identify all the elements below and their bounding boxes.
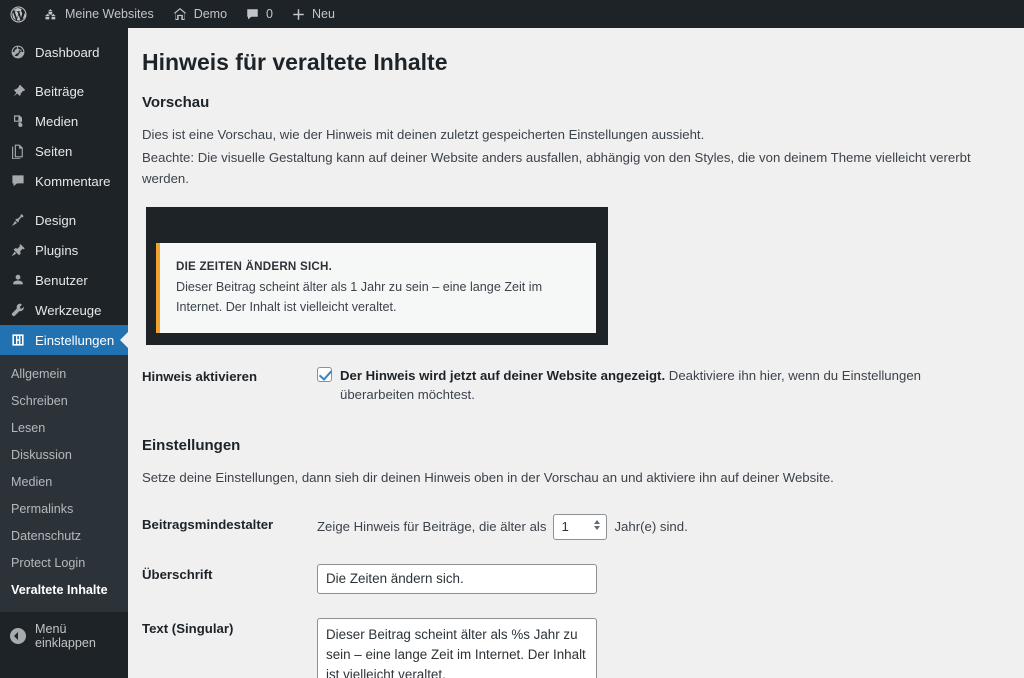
dashboard-icon [9,44,27,60]
preview-heading: Vorschau [142,93,210,111]
admin-sidebar: Dashboard Beiträge Medien Seiten Komment… [0,28,128,678]
min-age-prefix-text: Zeige Hinweis für Beiträge, die älter al… [317,519,547,535]
home-icon [172,6,188,22]
wordpress-logo-button[interactable] [0,0,35,28]
sidebar-item-settings[interactable]: Einstellungen [0,325,128,355]
sidebar-item-tools-label: Werkzeuge [35,302,102,318]
admin-bar: Meine Websites Demo 0 Neu [0,0,1024,28]
min-age-cell: Zeige Hinweis für Beiträge, die älter al… [317,502,1004,552]
plus-icon [291,7,306,22]
sidebar-item-media-label: Medien [35,113,79,129]
submenu-item-allgemein[interactable]: Allgemein [0,361,128,388]
notice-title: DIE ZEITEN ÄNDERN SICH. [176,260,333,274]
notice-card: DIE ZEITEN ÄNDERN SICH. Dieser Beitrag s… [156,243,596,334]
admin-bar-new-label: Neu [312,7,335,21]
submenu-item-diskussion[interactable]: Diskussion [0,442,128,469]
enable-form-table: Hinweis aktivieren Der Hinweis wird jetz… [142,359,1004,416]
headline-label: Überschrift [142,566,213,582]
preview-description-line-2: Beachte: Die visuelle Gestaltung kann au… [142,150,971,186]
enable-notice-label: Hinweis aktivieren [142,369,258,385]
enable-notice-cell: Der Hinweis wird jetzt auf deiner Websit… [317,359,1004,416]
sidebar-item-dashboard[interactable]: Dashboard [0,37,128,67]
collapse-menu-button[interactable]: Menü einklappen [0,622,128,650]
sidebar-item-users[interactable]: Benutzer [0,265,128,295]
posts-icon [9,83,27,99]
min-age-suffix-text: Jahr(e) sind. [614,519,688,535]
min-age-label: Beitragsmindestalter [142,516,274,532]
submenu-item-schreiben[interactable]: Schreiben [0,388,128,415]
sidebar-item-users-label: Benutzer [35,272,88,288]
pages-icon [9,143,27,159]
sidebar-item-posts[interactable]: Beiträge [0,76,128,106]
submenu-item-medien[interactable]: Medien [0,469,128,496]
sidebar-item-posts-label: Beiträge [35,83,85,99]
content-area: Hinweis für veraltete Inhalte Vorschau D… [128,28,1024,678]
headline-input[interactable] [317,563,597,594]
wordpress-logo-icon [10,6,27,23]
sites-icon [44,7,59,22]
sidebar-item-media[interactable]: Medien [0,106,128,136]
submenu-item-protect-login[interactable]: Protect Login [0,550,128,577]
text-singular-row: Text (Singular) Dieser Beitrag scheint ä… [142,606,1004,678]
sidebar-separator-2 [0,196,128,205]
admin-bar-my-sites[interactable]: Meine Websites [35,0,163,28]
text-singular-label: Text (Singular) [142,620,234,636]
notice-body: Dieser Beitrag scheint älter als 1 Jahr … [176,280,543,314]
headline-cell [317,552,1004,606]
admin-bar-comment-count: 0 [266,7,273,21]
admin-bar-site-name-label: Demo [193,7,228,21]
min-age-row: Beitragsmindestalter Zeige Hinweis für B… [142,502,1004,552]
appearance-icon [9,212,27,228]
submenu-item-veraltete-inhalte[interactable]: Veraltete Inhalte [0,577,128,604]
submenu-item-datenschutz[interactable]: Datenschutz [0,523,128,550]
headline-row: Überschrift [142,552,1004,606]
sidebar-separator-1 [0,67,128,76]
sidebar-item-plugins[interactable]: Plugins [0,235,128,265]
text-singular-cell: Dieser Beitrag scheint älter als %s Jahr… [317,606,1004,678]
sidebar-item-pages-label: Seiten [35,143,73,159]
sidebar-item-appearance[interactable]: Design [0,205,128,235]
sidebar-item-tools[interactable]: Werkzeuge [0,295,128,325]
settings-heading: Einstellungen [142,436,241,454]
admin-bar-my-sites-label: Meine Websites [65,7,154,21]
settings-submenu: Allgemein Schreiben Lesen Diskussion Med… [0,355,128,612]
preview-description-line-1: Dies ist eine Vorschau, wie der Hinweis … [142,126,705,142]
min-age-spinner-icon[interactable] [594,519,601,530]
sidebar-item-pages[interactable]: Seiten [0,136,128,166]
sidebar-item-appearance-label: Design [35,212,77,228]
settings-icon [9,332,27,348]
comment-icon [245,7,260,22]
tools-icon [9,302,27,318]
users-icon [9,272,27,288]
collapse-menu-label: Menü einklappen [35,622,96,650]
admin-bar-comments[interactable]: 0 [236,0,282,28]
sidebar-item-dashboard-label: Dashboard [35,44,100,60]
admin-bar-site-name[interactable]: Demo [163,0,236,28]
admin-bar-new-content[interactable]: Neu [282,0,344,28]
settings-description: Setze deine Einstellungen, dann sieh dir… [142,469,834,485]
submenu-item-permalinks[interactable]: Permalinks [0,496,128,523]
min-age-stepper[interactable] [553,513,608,540]
sidebar-item-comments-label: Kommentare [35,173,111,189]
enable-notice-text-bold: Der Hinweis wird jetzt auf deiner Websit… [340,368,666,384]
enable-notice-row: Hinweis aktivieren Der Hinweis wird jetz… [142,359,1004,416]
plugins-icon [9,242,27,258]
submenu-item-lesen[interactable]: Lesen [0,415,128,442]
text-singular-textarea[interactable]: Dieser Beitrag scheint älter als %s Jahr… [317,617,597,678]
sidebar-item-comments[interactable]: Kommentare [0,166,128,196]
media-icon [9,113,27,129]
settings-form-table: Beitragsmindestalter Zeige Hinweis für B… [142,502,1004,678]
enable-notice-text: Der Hinweis wird jetzt auf deiner Websit… [340,366,994,404]
comments-icon [9,173,27,189]
enable-notice-checkbox[interactable] [317,367,332,383]
sidebar-spacer-top [0,28,128,37]
sidebar-item-settings-label: Einstellungen [35,332,115,348]
notice-preview-box: DIE ZEITEN ÄNDERN SICH. Dieser Beitrag s… [146,207,608,346]
sidebar-item-plugins-label: Plugins [35,242,79,258]
collapse-arrow-icon [10,628,26,644]
page-title: Hinweis für veraltete Inhalte [142,49,448,75]
